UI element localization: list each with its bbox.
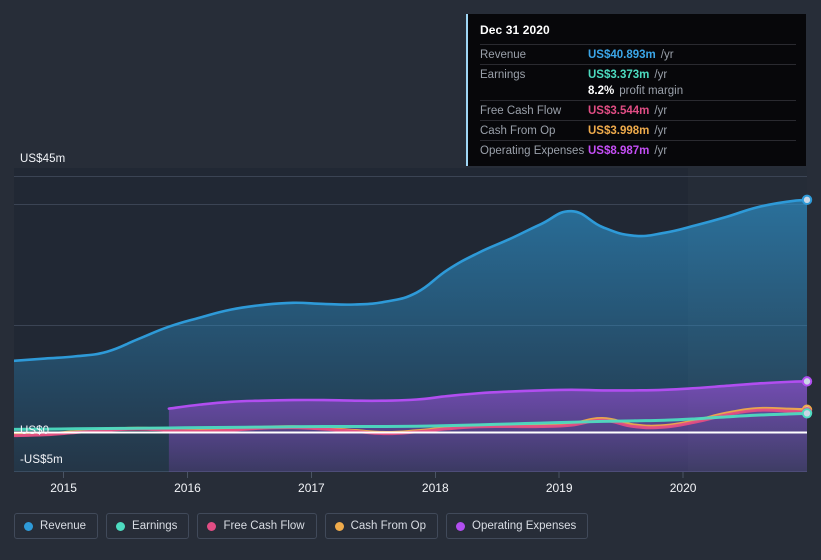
legend-item-revenue[interactable]: Revenue bbox=[14, 513, 99, 539]
data-tooltip: Dec 31 2020 Revenue US$40.893m/yr Earnings… bbox=[466, 14, 806, 166]
y-axis-label-bottom: -US$5m bbox=[20, 454, 63, 466]
legend-dot-free-cash-flow-icon bbox=[207, 521, 217, 531]
legend-label: Earnings bbox=[132, 520, 178, 532]
tooltip-row-label: Revenue bbox=[480, 49, 527, 61]
tooltip-row-operating-expenses: Operating Expenses US$8.987m/yr bbox=[480, 140, 796, 160]
y-axis-label-top: US$45m bbox=[20, 153, 66, 165]
x-axis-label-2017: 2017 bbox=[298, 481, 325, 495]
legend-dot-operating-expenses-icon bbox=[456, 521, 466, 531]
legend-item-earnings[interactable]: Earnings bbox=[106, 513, 190, 539]
tooltip-row-profit-margin: 8.2% profit margin bbox=[480, 84, 796, 100]
tooltip-row-value: US$40.893m/yr bbox=[588, 49, 674, 61]
legend-label: Operating Expenses bbox=[472, 520, 577, 532]
tooltip-row-label: Earnings bbox=[480, 69, 526, 81]
tooltip-row-value: US$3.998m/yr bbox=[588, 125, 668, 137]
tooltip-row-earnings: Earnings US$3.373m/yr bbox=[480, 64, 796, 84]
endpoint-marker-earnings bbox=[801, 408, 813, 419]
legend-item-cash-from-op[interactable]: Cash From Op bbox=[324, 513, 439, 539]
x-axis-label-2016: 2016 bbox=[174, 481, 201, 495]
tooltip-row-value: US$3.373m/yr bbox=[588, 69, 668, 81]
x-axis-label-2015: 2015 bbox=[50, 481, 77, 495]
x-axis-label-2018: 2018 bbox=[421, 481, 449, 495]
tooltip-row-label: Free Cash Flow bbox=[480, 105, 562, 117]
x-axis-label-2020: 2020 bbox=[669, 481, 697, 495]
tooltip-row-value: 8.2% profit margin bbox=[588, 85, 684, 97]
tooltip-date: Dec 31 2020 bbox=[480, 23, 550, 37]
chart-legend[interactable]: Revenue Earnings Free Cash Flow Cash From O… bbox=[14, 513, 589, 539]
financial-chart: US$45m US$0 -US$5m 2015 2016 2017 2018 2019 2… bbox=[0, 0, 821, 560]
tooltip-row-value: US$3.544m/yr bbox=[588, 105, 668, 117]
tooltip-row-revenue: Revenue US$40.893m/yr bbox=[480, 44, 796, 64]
endpoint-marker-operating-expenses bbox=[801, 376, 813, 387]
y-axis-label-zero: US$0 bbox=[20, 425, 50, 437]
legend-dot-revenue-icon bbox=[24, 521, 33, 531]
x-axis-ticks bbox=[63, 472, 684, 478]
legend-label: Free Cash Flow bbox=[223, 520, 305, 532]
legend-item-free-cash-flow[interactable]: Free Cash Flow bbox=[197, 513, 317, 539]
x-axis-label-2019: 2019 bbox=[545, 481, 573, 495]
legend-label: Cash From Op bbox=[350, 520, 427, 532]
legend-dot-cash-from-op-icon bbox=[334, 521, 344, 531]
tooltip-row-label: Cash From Op bbox=[480, 125, 556, 137]
tooltip-row-value: US$8.987m/yr bbox=[588, 145, 668, 157]
endpoint-marker-revenue bbox=[801, 194, 813, 206]
legend-item-operating-expenses[interactable]: Operating Expenses bbox=[446, 513, 589, 539]
tooltip-row-free-cash-flow: Free Cash Flow US$3.544m/yr bbox=[480, 100, 796, 120]
legend-label: Revenue bbox=[40, 520, 87, 532]
tooltip-row-cash-from-op: Cash From Op US$3.998m/yr bbox=[480, 120, 796, 140]
tooltip-row-label: Operating Expenses bbox=[480, 145, 585, 157]
legend-dot-earnings-icon bbox=[116, 521, 126, 531]
